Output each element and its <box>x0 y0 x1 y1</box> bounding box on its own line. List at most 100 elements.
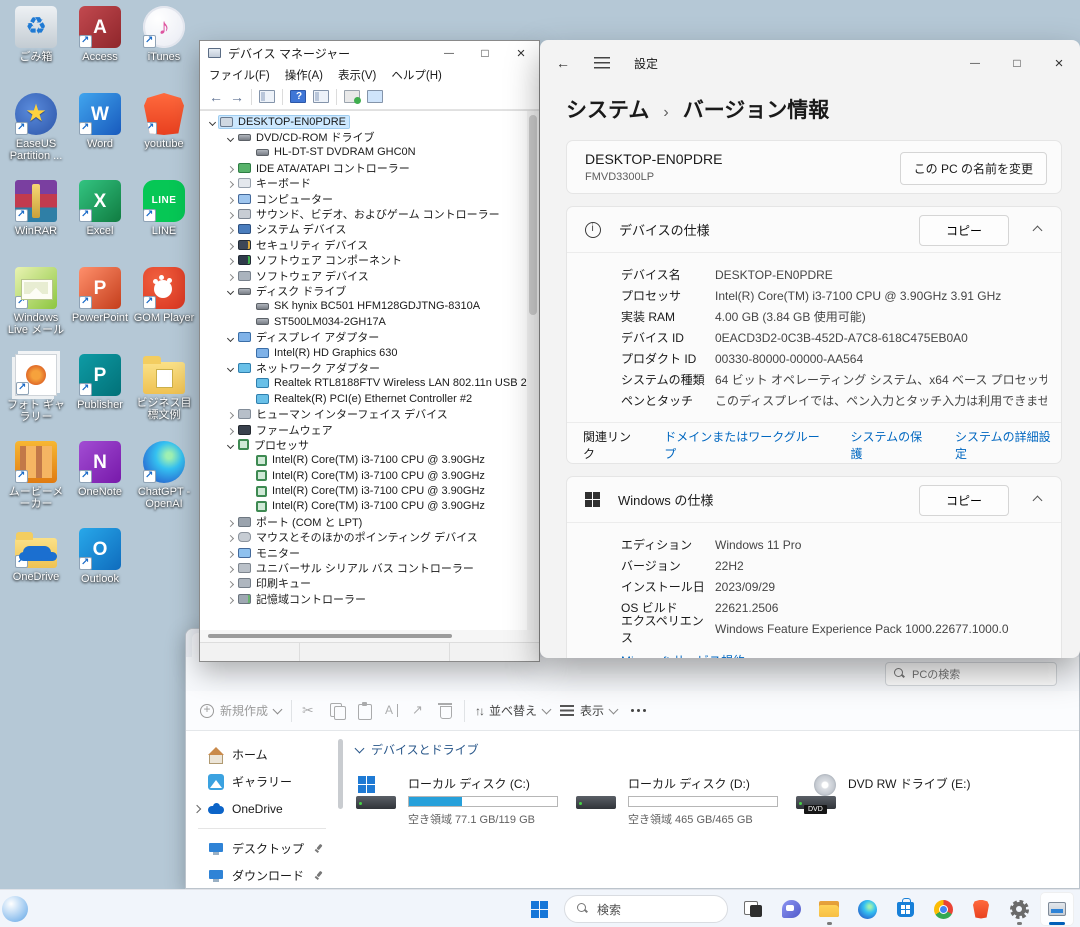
forward-icon[interactable]: → <box>230 90 244 104</box>
expander-icon[interactable] <box>223 595 237 603</box>
related-link[interactable]: システムの保護 <box>851 428 933 462</box>
settings-titlebar[interactable]: ← 設定 <box>540 40 1080 86</box>
tree-item[interactable]: 記憶域コントローラー <box>200 591 527 606</box>
expander-icon[interactable] <box>223 579 237 587</box>
back-icon[interactable]: ← <box>209 90 223 104</box>
expander-icon[interactable] <box>223 164 237 172</box>
tree-item[interactable]: セキュリティ デバイス <box>200 237 527 252</box>
file-explorer-button[interactable] <box>812 892 846 926</box>
share-icon[interactable] <box>410 702 427 719</box>
vertical-scrollbar[interactable] <box>527 111 539 630</box>
device-manager-button[interactable] <box>1040 892 1074 926</box>
properties-icon[interactable] <box>313 90 329 103</box>
desktop-icon[interactable]: ChatGPT - OpenAI <box>133 441 195 528</box>
tree-item[interactable]: DESKTOP-EN0PDRE <box>200 114 527 129</box>
scrollbar-thumb[interactable] <box>529 115 537 315</box>
chevron-up-icon[interactable] <box>1033 226 1043 236</box>
desktop-icon[interactable]: WinRAR <box>5 180 67 267</box>
tree-item[interactable]: ネットワーク アダプター <box>200 360 527 375</box>
menu-item[interactable]: ヘルプ(H) <box>391 67 441 83</box>
desktop-icon[interactable]: LINELINE <box>133 180 195 267</box>
chat-button[interactable] <box>774 892 808 926</box>
expander-icon[interactable] <box>223 518 237 526</box>
tree-item[interactable]: ソフトウェア デバイス <box>200 268 527 283</box>
minimize-button[interactable] <box>431 41 467 65</box>
tree-item[interactable]: Intel(R) Core(TM) i3-7100 CPU @ 3.90GHz <box>200 499 527 514</box>
related-link[interactable]: ドメインまたはワークグループ <box>664 428 828 462</box>
tree-item[interactable]: SK hynix BC501 HFM128GDJTNG-8310A <box>200 299 527 314</box>
expander-icon[interactable] <box>223 287 237 294</box>
sidebar-item[interactable]: ホーム <box>186 741 338 768</box>
new-button[interactable]: 新規作成 <box>200 702 281 719</box>
tree-item[interactable]: サウンド、ビデオ、およびゲーム コントローラー <box>200 206 527 221</box>
explorer-search-box[interactable]: PCの検索 <box>885 662 1057 686</box>
menu-item[interactable]: 表示(V) <box>338 67 376 83</box>
cut-icon[interactable] <box>302 702 319 719</box>
desktop-icon[interactable]: Windows Live メール <box>5 267 67 354</box>
desktop-icon[interactable]: OneDrive <box>5 528 67 615</box>
more-button[interactable] <box>631 709 649 713</box>
expander-icon[interactable] <box>223 426 237 434</box>
devices-and-drives-header[interactable]: デバイスとドライブ <box>356 741 1079 758</box>
expander-icon[interactable] <box>223 241 237 249</box>
expander-icon[interactable] <box>223 134 237 141</box>
desktop-icon[interactable]: OOutlook <box>69 528 131 615</box>
tree-item[interactable]: プロセッサ <box>200 437 527 452</box>
tree-item[interactable]: Intel(R) Core(TM) i3-7100 CPU @ 3.90GHz <box>200 483 527 498</box>
desktop-icon[interactable]: XExcel <box>69 180 131 267</box>
tree-item[interactable]: ヒューマン インターフェイス デバイス <box>200 406 527 421</box>
desktop-icon[interactable]: WWord <box>69 93 131 180</box>
close-button[interactable] <box>503 41 539 65</box>
device-spec-header[interactable]: デバイスの仕様 コピー <box>567 207 1061 253</box>
tree-item[interactable]: マウスとそのほかのポインティング デバイス <box>200 530 527 545</box>
windows-spec-header[interactable]: Windows の仕様 コピー <box>567 477 1061 523</box>
expander-icon[interactable] <box>223 272 237 280</box>
tree-item[interactable]: キーボード <box>200 176 527 191</box>
tree-item[interactable]: Intel(R) HD Graphics 630 <box>200 345 527 360</box>
menu-item[interactable]: ファイル(F) <box>209 67 270 83</box>
store-button[interactable] <box>888 892 922 926</box>
related-link[interactable]: システムの詳細設定 <box>955 428 1061 462</box>
hamburger-menu-icon[interactable] <box>594 57 610 69</box>
tree-item[interactable]: DVD/CD-ROM ドライブ <box>200 129 527 144</box>
rename-pc-button[interactable]: この PC の名前を変更 <box>900 152 1047 185</box>
expander-icon[interactable] <box>223 334 237 341</box>
edge-button[interactable] <box>850 892 884 926</box>
drive-item[interactable]: DVDDVD RW ドライブ (E:) <box>796 774 1016 827</box>
microsoft-link[interactable]: Microsoft サービス規約 <box>621 652 1047 658</box>
expander-icon[interactable] <box>223 210 237 218</box>
task-view-button[interactable] <box>736 892 770 926</box>
copy-button[interactable]: コピー <box>919 215 1009 246</box>
sort-button[interactable]: ↑↓ 並べ替え <box>475 702 550 719</box>
expander-icon[interactable] <box>223 410 237 418</box>
sidebar-item[interactable]: ギャラリー <box>186 768 338 795</box>
expander-icon[interactable] <box>223 195 237 203</box>
expander-icon[interactable] <box>223 549 237 557</box>
delete-icon[interactable] <box>437 702 454 719</box>
expander-icon[interactable] <box>223 179 237 187</box>
tree-item[interactable]: ユニバーサル シリアル バス コントローラー <box>200 560 527 575</box>
brave-button[interactable] <box>964 892 998 926</box>
desktop-icon[interactable]: ビジネス目標文例 <box>133 354 195 441</box>
expander-icon[interactable] <box>205 118 219 125</box>
expander-icon[interactable] <box>223 441 237 448</box>
console-tree-icon[interactable] <box>259 90 275 103</box>
tree-item[interactable]: Realtek RTL8188FTV Wireless LAN 802.11n … <box>200 376 527 391</box>
tree-item[interactable]: コンピューター <box>200 191 527 206</box>
tree-item[interactable]: システム デバイス <box>200 222 527 237</box>
sidebar-item[interactable]: デスクトップ <box>186 835 338 862</box>
tree-item[interactable]: ソフトウェア コンポーネント <box>200 253 527 268</box>
tree-item[interactable]: Intel(R) Core(TM) i3-7100 CPU @ 3.90GHz <box>200 468 527 483</box>
expander-icon[interactable] <box>223 533 237 541</box>
device-manager-titlebar[interactable]: デバイス マネージャー <box>200 41 539 65</box>
expander-icon[interactable] <box>223 564 237 572</box>
view-button[interactable]: 表示 <box>560 702 617 719</box>
tree-item[interactable]: 印刷キュー <box>200 576 527 591</box>
desktop-icon[interactable]: NOneNote <box>69 441 131 528</box>
minimize-button[interactable] <box>954 40 996 86</box>
tree-item[interactable]: Intel(R) Core(TM) i3-7100 CPU @ 3.90GHz <box>200 453 527 468</box>
copy-button[interactable]: コピー <box>919 485 1009 516</box>
tree-item[interactable]: Realtek(R) PCI(e) Ethernet Controller #2 <box>200 391 527 406</box>
maximize-button[interactable] <box>996 40 1038 86</box>
corner-widget-icon[interactable] <box>2 896 28 922</box>
